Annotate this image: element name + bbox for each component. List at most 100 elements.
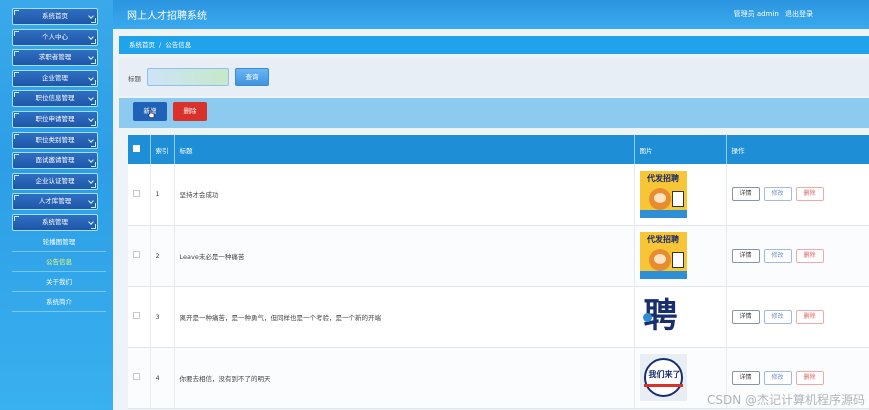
delete-button[interactable]: 删除	[795, 309, 824, 324]
corner-decoration	[14, 174, 19, 180]
row-select[interactable]	[128, 347, 151, 408]
breadcrumb: 系统首页 / 公告信息	[119, 36, 869, 54]
image-board	[671, 252, 684, 268]
corner-decoration	[14, 133, 19, 139]
image-band	[639, 271, 687, 279]
corner-decoration	[91, 38, 96, 44]
corner-decoration	[14, 195, 19, 201]
sidebar-subitem[interactable]: 轮播图管理	[12, 232, 106, 252]
image-caption: 代发招聘	[639, 172, 687, 185]
search-button[interactable]: 查询	[235, 68, 269, 86]
sidebar-item-label: 职位信息管理	[35, 94, 75, 103]
notice-image: 代发招聘	[639, 232, 687, 279]
user-label: 管理员 admin	[733, 10, 779, 18]
image-dot	[642, 313, 652, 322]
image-face	[653, 254, 666, 264]
delete-button[interactable]: 删除	[795, 248, 824, 263]
row-select[interactable]	[128, 286, 151, 347]
checkbox-icon[interactable]	[133, 373, 140, 380]
sidebar-item-label: 职位申请管理	[35, 114, 75, 123]
sidebar-item-label: 个人中心	[42, 32, 68, 41]
checkbox-icon[interactable]	[133, 189, 140, 197]
sidebar-subitem[interactable]: 公告信息	[12, 252, 106, 272]
row-ops: 详情 修改 删除	[726, 225, 869, 286]
corner-decoration	[14, 154, 19, 160]
detail-button[interactable]: 详情	[731, 248, 760, 263]
sidebar-item-label: 职位类别管理	[35, 135, 75, 144]
table-row: 2 Leave未必是一种痛苦 代发招聘 详情 修改 删除	[128, 225, 869, 286]
detail-button[interactable]: 详情	[731, 370, 760, 385]
image-caption: 我们来了	[648, 370, 681, 379]
sidebar-item[interactable]: 企业管理	[12, 69, 98, 87]
corner-decoration	[91, 141, 96, 147]
corner-decoration	[91, 100, 96, 106]
corner-decoration	[91, 203, 96, 209]
corner-decoration	[91, 18, 96, 23]
sidebar-item[interactable]: 企业认证管理	[12, 172, 98, 190]
row-title: 坚持才会成功	[174, 164, 635, 225]
sidebar-item[interactable]: 求职者管理	[12, 49, 98, 67]
checkbox-icon[interactable]	[133, 312, 140, 319]
delete-button[interactable]: 删除	[795, 370, 824, 385]
header-ops: 操作	[726, 135, 869, 164]
edit-button[interactable]: 修改	[763, 309, 792, 324]
corner-decoration	[14, 215, 19, 221]
edit-button[interactable]: 修改	[763, 187, 792, 202]
batch-delete-button[interactable]: 删除	[173, 102, 207, 121]
sidebar-item-label: 系统首页	[42, 12, 68, 20]
row-index: 2	[150, 225, 175, 286]
corner-decoration	[91, 162, 96, 168]
search-input[interactable]	[147, 68, 229, 86]
sidebar-item[interactable]: 个人中心	[12, 28, 98, 46]
image-band	[639, 209, 687, 218]
sidebar-item[interactable]: 职位申请管理	[12, 110, 98, 128]
table-row: 3 离开是一种痛苦，是一种勇气，但同样也是一个考验，是一个新的开端聘详情 修改 删除	[128, 286, 869, 347]
header-select-all[interactable]	[128, 135, 151, 164]
corner-decoration	[14, 92, 19, 98]
corner-decoration	[14, 10, 19, 15]
breadcrumb-home[interactable]: 系统首页	[129, 41, 155, 49]
corner-decoration	[14, 51, 19, 57]
edit-button[interactable]: 修改	[763, 370, 792, 385]
row-select[interactable]	[128, 225, 151, 286]
corner-decoration	[14, 71, 19, 77]
sidebar-item[interactable]: 系统首页	[12, 8, 98, 25]
sidebar-subitem[interactable]: 关于我们	[12, 272, 106, 292]
sidebar-item[interactable]: 职位类别管理	[12, 131, 98, 149]
sidebar-item[interactable]: 系统管理	[12, 213, 98, 231]
row-title: 离开是一种痛苦，是一种勇气，但同样也是一个考验，是一个新的开端	[174, 286, 635, 347]
row-title: 你要去相信，没有到不了的明天	[174, 347, 635, 408]
sidebar-item[interactable]: 职位信息管理	[12, 90, 98, 108]
breadcrumb-separator: /	[159, 41, 162, 49]
header-title: 标题	[174, 135, 635, 164]
checkbox-icon[interactable]	[133, 251, 140, 258]
checkbox-icon[interactable]	[133, 145, 140, 152]
search-label: 标题	[128, 75, 141, 83]
notice-table: 索引 标题 图片 操作 1 坚持才会成功 代发招聘 详情 修改 删除 2 Leave未必是一种…	[128, 135, 869, 410]
row-index: 1	[150, 164, 175, 225]
row-select[interactable]	[128, 164, 151, 225]
logout-link[interactable]: 退出登录	[785, 10, 813, 18]
delete-button[interactable]: 删除	[795, 187, 824, 202]
row-index: 3	[150, 286, 175, 347]
corner-decoration	[91, 59, 96, 65]
row-image: 代发招聘	[634, 164, 727, 225]
edit-button[interactable]: 修改	[763, 248, 792, 263]
corner-decoration	[91, 223, 96, 229]
sidebar-item-label: 企业管理	[42, 73, 68, 82]
image-caption: 代发招聘	[639, 234, 687, 246]
sidebar-item[interactable]: 人才库管理	[12, 193, 98, 211]
row-ops: 详情 修改 删除	[726, 286, 869, 347]
table-header-row: 索引 标题 图片 操作	[128, 135, 869, 164]
search-area: 标题 查询	[119, 58, 869, 96]
header-index: 索引	[150, 135, 175, 164]
sidebar-item-label: 企业认证管理	[35, 176, 75, 185]
detail-button[interactable]: 详情	[731, 309, 760, 324]
sidebar-subitem[interactable]: 系统简介	[12, 292, 106, 312]
sidebar-submenu: 轮播图管理 公告信息 关于我们 系统简介	[12, 232, 106, 312]
detail-button[interactable]: 详情	[731, 187, 760, 202]
image-board	[671, 190, 684, 207]
corner-decoration	[14, 112, 19, 118]
corner-decoration	[91, 120, 96, 126]
sidebar-item[interactable]: 面试邀请管理	[12, 152, 98, 170]
